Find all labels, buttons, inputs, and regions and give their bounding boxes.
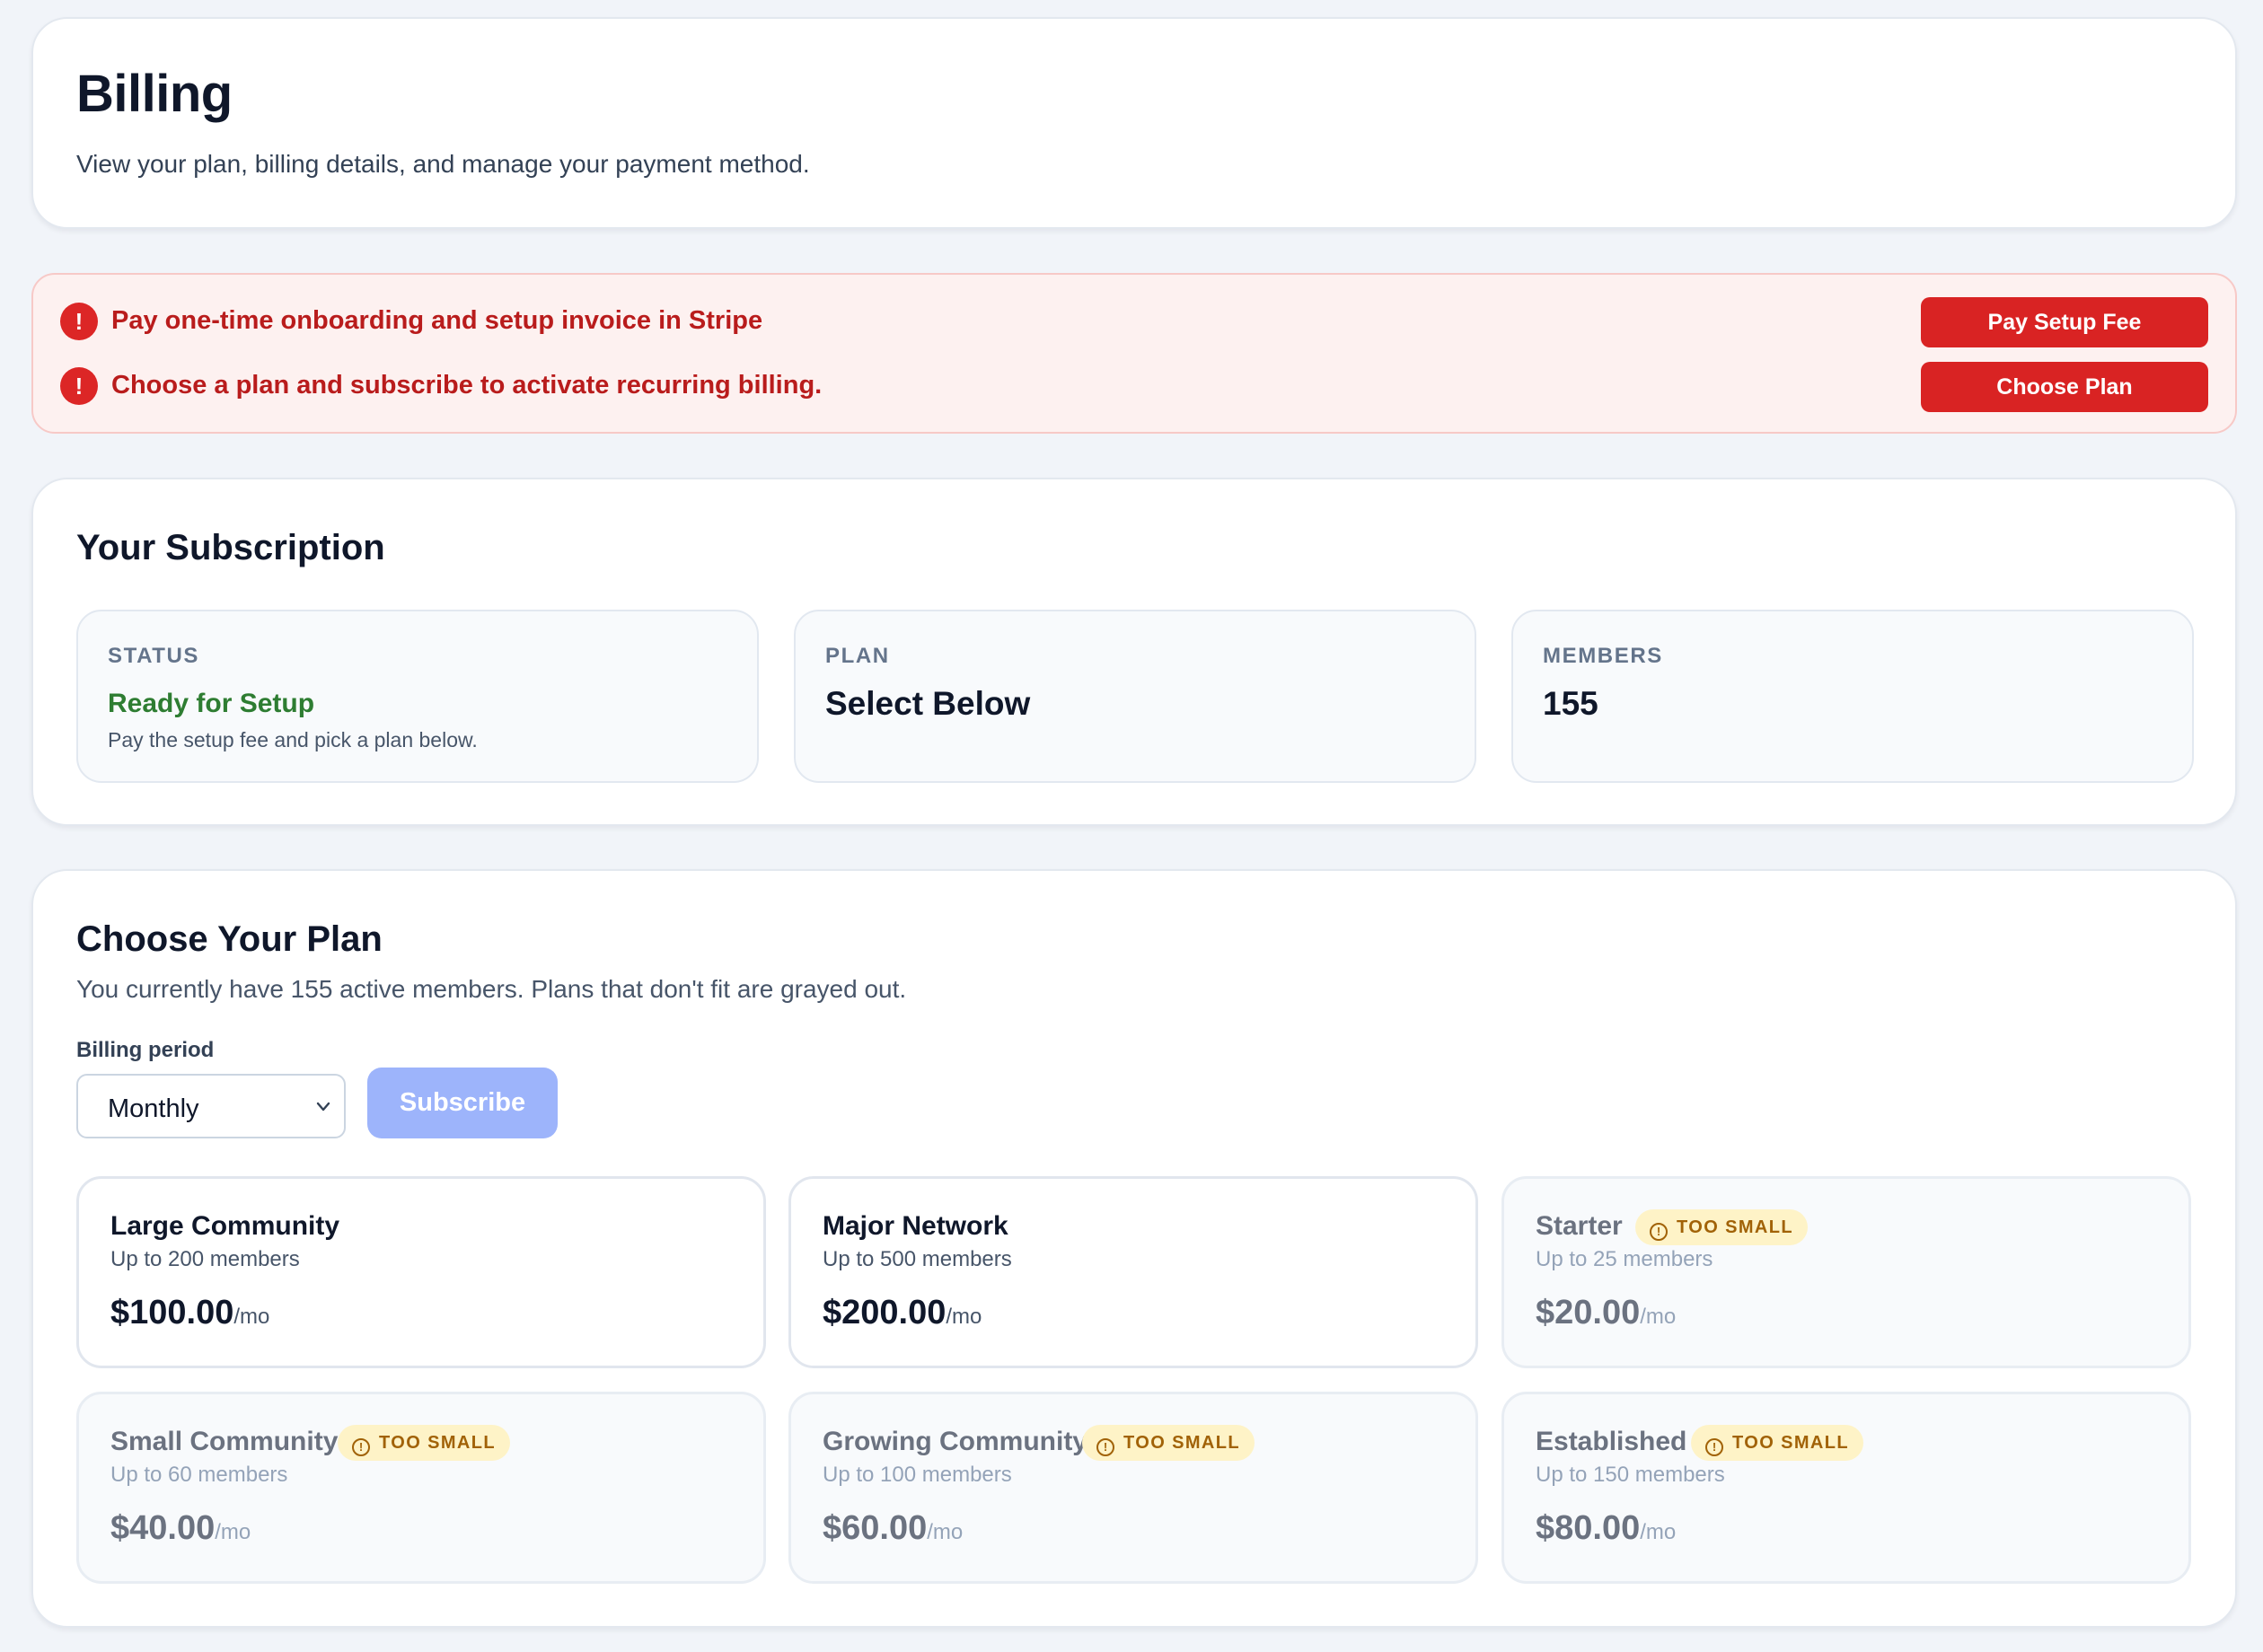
plan-price-value: $100.00 [110,1294,234,1331]
plan-price-value: $40.00 [110,1509,216,1547]
plan-price-value: $200.00 [823,1294,947,1331]
plan-price: $100.00/mo [110,1294,269,1332]
plan-value: Select Below [825,685,1031,722]
info-icon: ! [1705,1438,1723,1456]
plan-price-unit: /mo [1640,1520,1677,1544]
plan-price: $20.00/mo [1536,1294,1676,1332]
plan-price: $80.00/mo [1536,1509,1676,1548]
plan-price: $200.00/mo [823,1294,982,1332]
members-value: 155 [1543,685,1598,722]
page-title: Billing [76,65,233,123]
badge-label: TOO SMALL [1732,1433,1850,1453]
plan-members: Up to 100 members [823,1463,1012,1487]
chevron-down-icon [316,1102,330,1112]
badge-label: TOO SMALL [1123,1433,1241,1453]
plan-card-large-community[interactable]: Large Community Up to 200 members $100.0… [76,1176,766,1368]
page-header: Billing View your plan, billing details,… [31,17,2237,229]
plan-price-value: $60.00 [823,1509,928,1547]
section-title: Choose Your Plan [76,919,383,959]
stat-label: MEMBERS [1543,644,1663,668]
plan-price-unit: /mo [927,1520,964,1544]
subscription-section: Your Subscription STATUS Ready for Setup… [31,478,2237,826]
plan-price-unit: /mo [215,1520,251,1544]
status-note: Pay the setup fee and pick a plan below. [108,728,478,751]
plan-price-unit: /mo [1640,1305,1677,1329]
plan-price-unit: /mo [946,1305,982,1329]
plan-box: PLAN Select Below [794,610,1476,783]
page-subtitle: View your plan, billing details, and man… [76,150,810,178]
billing-period-label: Billing period [76,1038,215,1062]
too-small-badge: ! TOO SMALL [1691,1425,1864,1461]
info-icon: ! [352,1438,370,1456]
plan-name: Major Network [823,1211,1008,1241]
plans-section: Choose Your Plan You currently have 155 … [31,869,2237,1628]
billing-period-select[interactable]: Monthly [76,1074,346,1138]
plan-name: Starter [1536,1211,1623,1241]
exclamation-icon: ! [60,303,98,340]
too-small-badge: ! TOO SMALL [1082,1425,1255,1461]
too-small-badge: ! TOO SMALL [338,1425,511,1461]
plan-price-value: $80.00 [1536,1509,1641,1547]
pay-setup-fee-button[interactable]: Pay Setup Fee [1921,297,2208,347]
stat-label: STATUS [108,644,200,668]
plans-description: You currently have 155 active members. P… [76,975,907,1003]
plan-name: Established [1536,1427,1687,1456]
billing-period-value: Monthly [108,1094,199,1123]
subscribe-button[interactable]: Subscribe [367,1068,558,1138]
plan-card-major-network[interactable]: Major Network Up to 500 members $200.00/… [788,1176,1478,1368]
plan-members: Up to 150 members [1536,1463,1725,1487]
choose-plan-button[interactable]: Choose Plan [1921,362,2208,412]
badge-label: TOO SMALL [1677,1217,1794,1237]
plan-members: Up to 60 members [110,1463,288,1487]
plan-price-value: $20.00 [1536,1294,1641,1331]
stat-label: PLAN [825,644,890,668]
plan-name: Small Community [110,1427,339,1456]
members-box: MEMBERS 155 [1511,610,2194,783]
info-icon: ! [1096,1438,1114,1456]
plan-name: Growing Community [823,1427,1087,1456]
alert-text: Choose a plan and subscribe to activate … [111,371,823,400]
exclamation-icon: ! [60,367,98,405]
status-box: STATUS Ready for Setup Pay the setup fee… [76,610,759,783]
info-icon: ! [1650,1223,1668,1241]
plan-members: Up to 200 members [110,1247,300,1271]
alert-row-setup-fee: ! Pay one-time onboarding and setup invo… [60,297,2208,347]
alert-text: Pay one-time onboarding and setup invoic… [111,306,763,335]
alert-banner: ! Pay one-time onboarding and setup invo… [31,273,2237,434]
plan-card-growing-community: Growing Community ! TOO SMALL Up to 100 m… [788,1392,1478,1584]
plan-members: Up to 25 members [1536,1247,1713,1271]
plan-card-starter: Starter ! TOO SMALL Up to 25 members $20.… [1501,1176,2191,1368]
plan-members: Up to 500 members [823,1247,1012,1271]
plan-price: $40.00/mo [110,1509,251,1548]
too-small-badge: ! TOO SMALL [1635,1209,1809,1245]
alert-row-choose-plan: ! Choose a plan and subscribe to activat… [60,362,2208,412]
plan-price: $60.00/mo [823,1509,963,1548]
status-value: Ready for Setup [108,689,315,718]
section-title: Your Subscription [76,528,385,567]
plan-card-established: Established ! TOO SMALL Up to 150 members… [1501,1392,2191,1584]
badge-label: TOO SMALL [379,1433,497,1453]
plan-price-unit: /mo [233,1305,270,1329]
plan-name: Large Community [110,1211,340,1241]
plan-card-small-community: Small Community ! TOO SMALL Up to 60 memb… [76,1392,766,1584]
